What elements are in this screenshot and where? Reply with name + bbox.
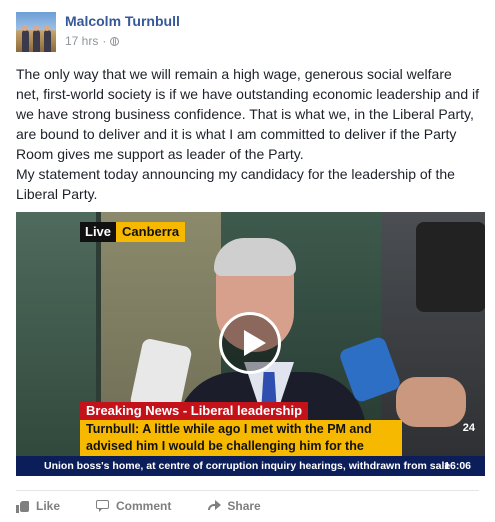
post-paragraph-2: My statement today announcing my candida… [16,166,455,202]
speaker-hair [214,238,296,276]
globe-icon[interactable] [110,36,120,46]
ticker-text: Union boss's home, at centre of corrupti… [44,460,451,472]
play-icon[interactable] [219,312,281,374]
news-ticker: Union boss's home, at centre of corrupti… [16,456,485,476]
tv-camera [416,222,485,312]
avatar[interactable] [16,12,56,52]
action-bar: Like Comment Share [16,496,261,516]
facebook-post: Malcolm Turnbull 17 hrs · The only way t… [0,0,495,522]
share-icon [207,499,222,513]
reporter-hand [396,377,466,427]
share-label: Share [227,499,261,513]
divider [16,490,479,491]
location-label: Canberra [116,222,186,242]
avatar-figure-head [33,25,39,31]
meta-separator: · [102,34,107,48]
like-label: Like [36,499,61,513]
post-time[interactable]: 17 hrs [65,34,98,48]
avatar-figure [33,30,40,52]
post-meta: 17 hrs · [65,34,120,48]
like-button[interactable]: Like [16,496,60,516]
avatar-figure [44,30,51,52]
live-label: Live [80,222,117,242]
avatar-figure-head [22,25,28,31]
channel-logo: 24 [462,422,475,434]
comment-button[interactable]: Comment [96,496,171,516]
author-name[interactable]: Malcolm Turnbull [65,13,180,29]
comment-icon [96,499,110,513]
avatar-figure [22,30,29,52]
live-badge: Live Canberra [80,222,186,242]
ticker-clock: 16:06 [444,460,471,472]
video-player[interactable]: Live Canberra Breaking News - Liberal le… [16,212,485,476]
avatar-figure-head [44,25,50,31]
breaking-news-banner: Breaking News - Liberal leadership [80,402,309,420]
post-paragraph-1: The only way that we will remain a high … [16,66,480,162]
share-button[interactable]: Share [207,496,261,516]
like-icon [16,500,30,513]
comment-label: Comment [116,499,172,513]
